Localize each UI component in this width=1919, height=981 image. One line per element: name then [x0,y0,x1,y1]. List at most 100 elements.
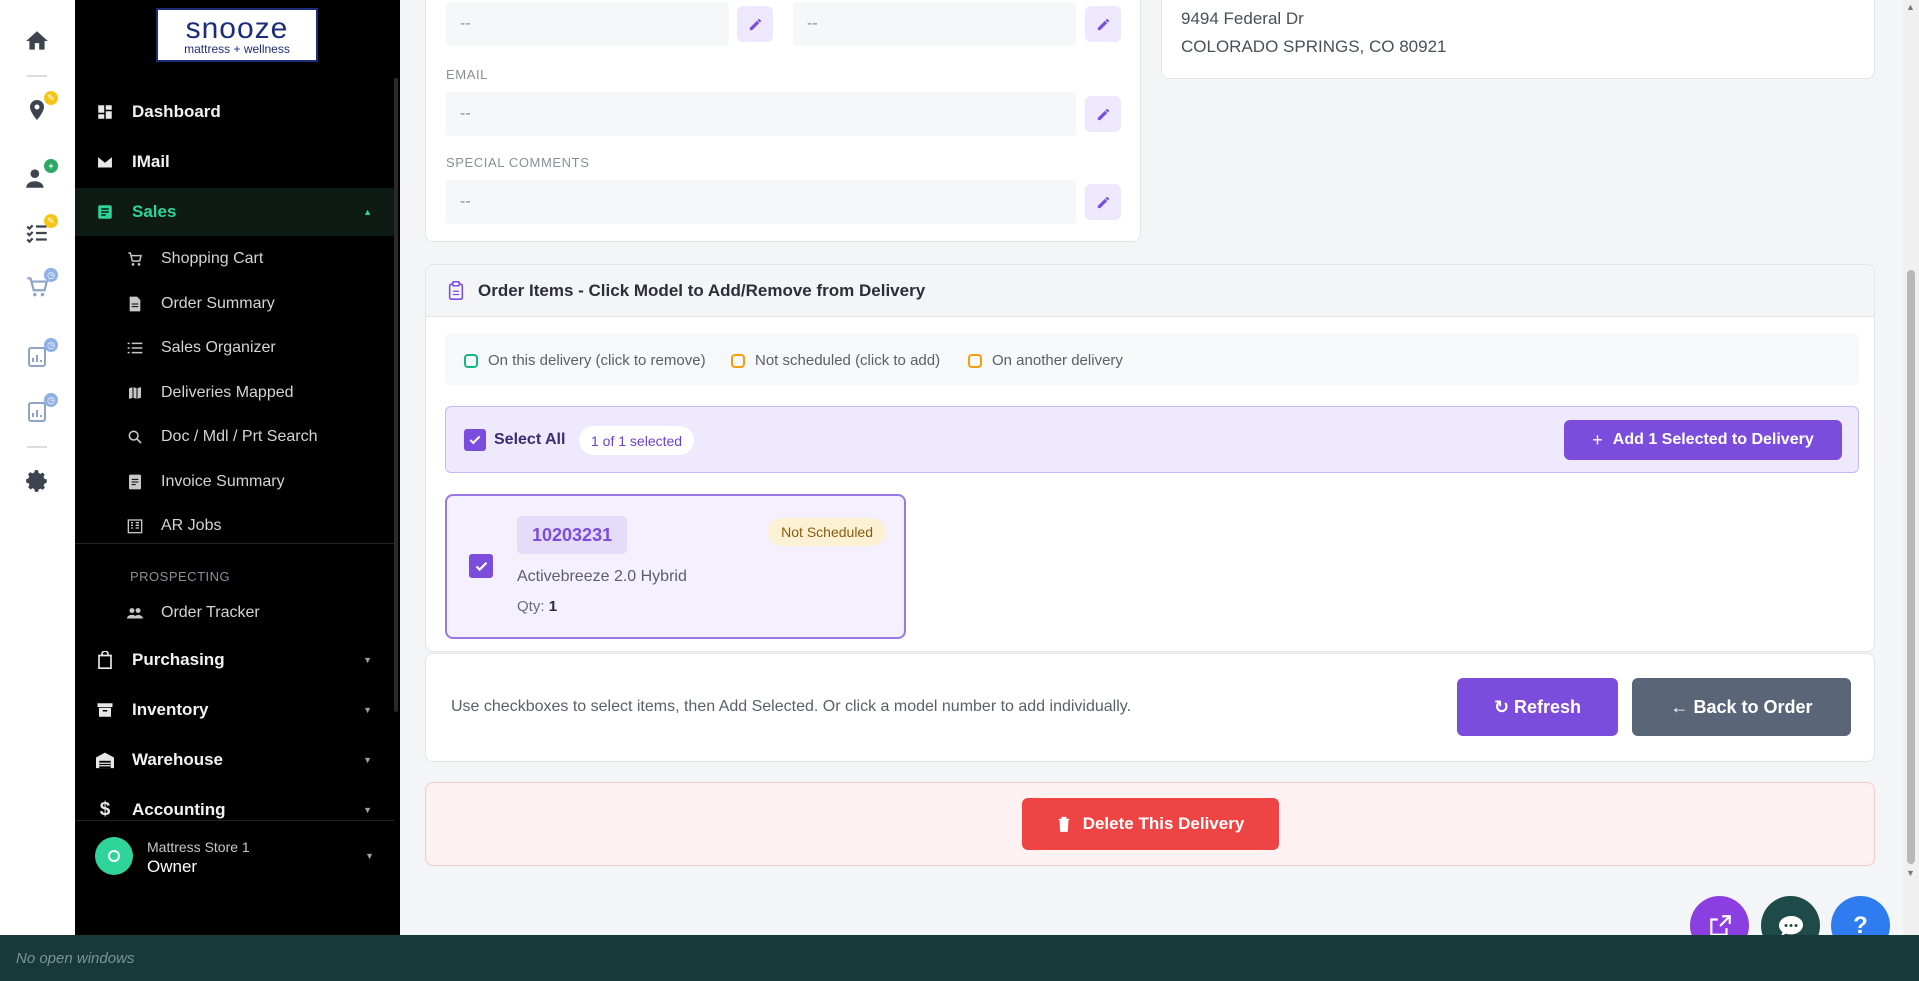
gear-icon[interactable] [22,466,52,496]
plus-icon: + [1592,429,1603,450]
scroll-down-icon[interactable]: ▼ [1906,868,1915,878]
selected-count-badge: 1 of 1 selected [579,426,695,455]
rail-divider [27,75,47,77]
clock-badge-icon: ◷ [44,268,58,282]
badge-icon: ✎ [44,91,58,105]
phone-field[interactable]: -- [446,2,729,46]
sidebar-item-inventory[interactable]: Inventory ▼ [75,686,394,734]
delete-delivery-label: Delete This Delivery [1082,814,1245,833]
invoice-icon [127,474,143,490]
user-store-name: Mattress Store 1 [147,839,250,855]
model-number-link[interactable]: 10203231 [517,516,628,554]
trash-icon [1058,816,1070,832]
special-comments-field[interactable]: -- [446,180,1076,224]
logo[interactable]: snooze mattress + wellness [156,8,318,62]
back-to-order-button[interactable]: ← Back to Order [1632,678,1851,736]
sidebar-sub-doc-search[interactable]: Doc / Mdl / Prt Search [75,417,394,457]
select-all-checkbox[interactable] [464,429,486,451]
location-pin-icon[interactable]: ✎ [22,91,58,125]
cart-icon [127,251,143,267]
sidebar: snooze mattress + wellness Dashboard IMa… [75,0,400,935]
sidebar-sub-order-summary[interactable]: Order Summary [75,284,394,324]
status-legend: On this delivery (click to remove) Not s… [445,333,1859,385]
pencil-icon [749,18,761,30]
order-items-title: Order Items - Click Model to Add/Remove … [478,281,926,300]
section-divider [75,543,394,544]
checklist-icon[interactable]: ✎ [22,214,58,248]
chevron-down-icon: ▼ [363,805,372,815]
bag-icon [95,650,115,670]
user-role: Owner [147,857,198,876]
refresh-button[interactable]: ↻ Refresh [1457,678,1618,736]
edit-email-button[interactable] [1085,96,1121,132]
sidebar-item-warehouse[interactable]: Warehouse ▼ [75,736,394,784]
chevron-down-icon: ▼ [363,655,372,665]
dollar-icon: $ [99,799,111,820]
sidebar-sub-deliveries-mapped[interactable]: Deliveries Mapped [75,373,394,413]
map-icon [127,385,143,401]
sidebar-item-label: IMail [132,152,170,171]
order-item-card[interactable]: 10203231 Not Scheduled Activebreeze 2.0 … [445,494,906,639]
edit-comments-button[interactable] [1085,184,1121,220]
order-items-card: Order Items - Click Model to Add/Remove … [425,264,1875,652]
sidebar-item-label: Accounting [132,800,226,819]
clipboard-icon [448,281,464,305]
warehouse-icon [95,750,115,770]
sidebar-sub-invoice-summary[interactable]: Invoice Summary [75,462,394,502]
sidebar-item-label: Warehouse [132,750,224,769]
search-icon [127,429,143,445]
taskbar-status: No open windows [16,950,135,967]
sidebar-sub-sales-organizer[interactable]: Sales Organizer [75,328,394,368]
clock-badge-icon: ◷ [44,338,58,352]
edit-phone-button[interactable] [737,6,773,42]
instructions-text: Use checkboxes to select items, then Add… [451,698,1132,715]
legend-swatch-amber [731,353,745,368]
status-badge: Not Scheduled [768,518,886,546]
page-scrollbar[interactable]: ▲ ▼ [1903,0,1919,935]
sidebar-item-sales[interactable]: Sales ▲ [75,188,394,236]
legend-not-scheduled: Not scheduled (click to add) [731,352,940,369]
scroll-up-icon[interactable]: ▲ [1906,2,1915,12]
sidebar-sub-label: Doc / Mdl / Prt Search [161,428,318,445]
qty-value: 1 [548,598,558,615]
select-all-label[interactable]: Select All [494,431,565,449]
address-card: 9494 Federal Dr COLORADO SPRINGS, CO 809… [1161,0,1875,79]
report-2-icon[interactable]: ◷ [22,393,58,427]
sidebar-item-imail[interactable]: IMail [75,138,394,186]
logo-text: snooze [185,11,289,45]
sidebar-sub-ar-jobs[interactable]: AR Jobs [75,506,394,546]
sidebar-item-dashboard[interactable]: Dashboard [75,88,394,136]
email-field[interactable]: -- [446,92,1076,136]
sidebar-sub-label: Sales Organizer [161,339,276,356]
pencil-icon [1097,108,1109,120]
sidebar-item-label: Sales [132,202,177,221]
user-menu[interactable]: Mattress Store 1 Owner ▼ [75,820,394,890]
sidebar-sub-label: Deliveries Mapped [161,384,294,401]
legend-swatch-green [464,353,478,368]
add-selected-to-delivery-button[interactable]: + Add 1 Selected to Delivery [1564,420,1842,460]
phone2-field[interactable]: -- [793,2,1076,46]
sidebar-item-label: Dashboard [132,102,221,121]
item-checkbox[interactable] [469,554,493,578]
section-label-prospecting: PROSPECTING [130,569,231,584]
delete-delivery-card: Delete This Delivery [425,782,1875,866]
legend-label: On another delivery [992,352,1123,369]
edit-phone2-button[interactable] [1085,6,1121,42]
mail-icon [95,152,115,172]
delete-delivery-button[interactable]: Delete This Delivery [1022,798,1279,850]
sidebar-sub-shopping-cart[interactable]: Shopping Cart [75,239,394,279]
qty-label: Qty: [517,598,545,615]
home-icon[interactable] [22,26,52,56]
report-icon[interactable]: ◷ [22,338,58,372]
sidebar-scrollbar[interactable] [394,78,398,712]
chevron-down-icon[interactable]: ▼ [365,851,374,861]
sidebar-sub-order-tracker[interactable]: Order Tracker [75,593,394,633]
taskbar: No open windows [0,935,1919,981]
badge-icon: ✎ [44,214,58,228]
item-quantity: Qty: 1 [517,598,557,615]
add-user-icon[interactable]: + [22,159,58,193]
icon-rail: ✎ + ✎ ◷ ◷ ◷ [0,0,75,935]
page-scrollbar-thumb[interactable] [1907,270,1915,864]
sidebar-item-purchasing[interactable]: Purchasing ▼ [75,636,394,684]
cart-rail-icon[interactable]: ◷ [22,268,58,302]
